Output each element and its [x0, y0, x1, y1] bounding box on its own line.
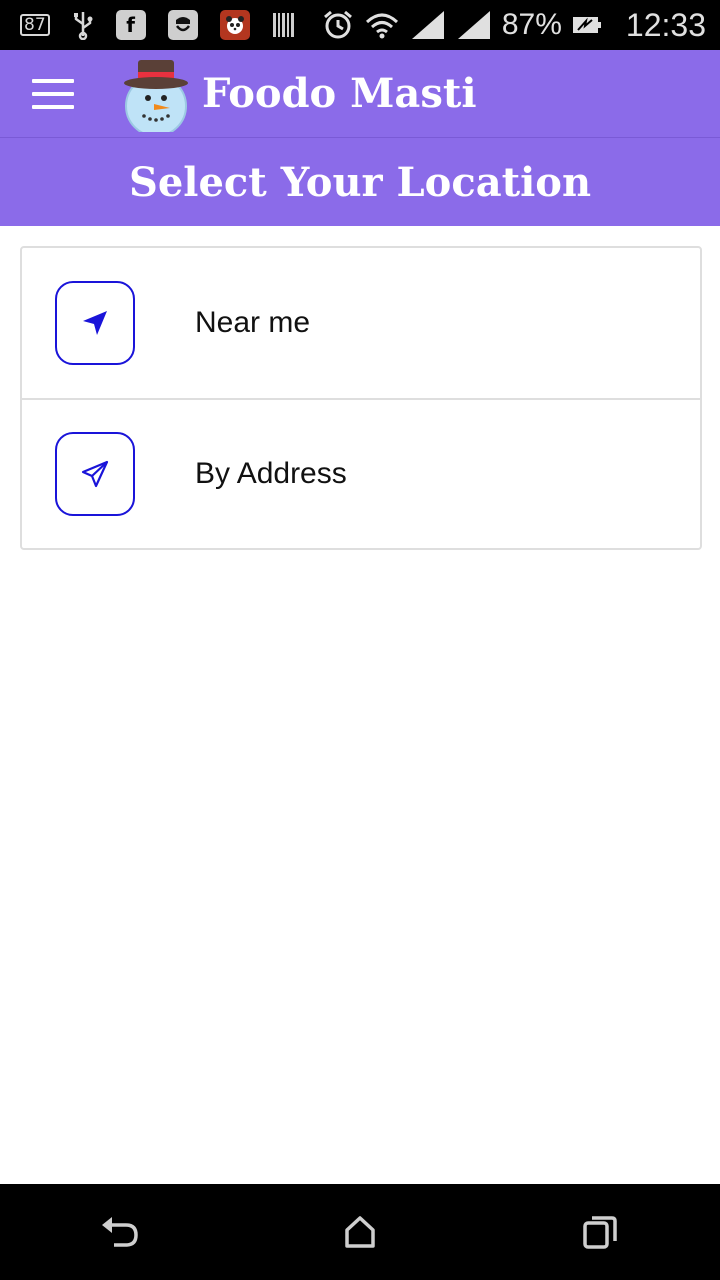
page-title: Select Your Location [128, 158, 592, 206]
phone-app-icon [167, 10, 198, 40]
back-icon [102, 1217, 138, 1247]
menu-line [32, 91, 74, 96]
usb-icon [72, 10, 94, 40]
header-band: Select Your Location [0, 138, 720, 226]
back-button[interactable] [80, 1202, 160, 1262]
menu-line [32, 104, 74, 109]
panda-app-icon [219, 10, 250, 40]
navigation-arrow-icon [55, 281, 135, 365]
home-icon [345, 1216, 375, 1248]
system-nav-bar [0, 1184, 720, 1280]
status-bar: 87 f 87% 12:33 [0, 0, 720, 50]
battery-icon [572, 14, 602, 36]
recents-button[interactable] [560, 1202, 640, 1262]
location-options-card: Near me By Address [20, 246, 702, 550]
option-label: By Address [195, 457, 347, 490]
option-label: Near me [195, 306, 311, 339]
alarm-icon [322, 9, 354, 41]
recents-icon [583, 1216, 617, 1249]
barcode-icon [272, 11, 296, 39]
send-icon [55, 432, 135, 516]
status-system: 87% 12:33 [322, 7, 720, 44]
notification-count-icon: 87 [20, 14, 50, 36]
menu-button[interactable] [32, 78, 74, 109]
clock: 12:33 [625, 6, 706, 43]
battery-percent: 87% [501, 8, 562, 41]
wifi-icon [364, 10, 400, 40]
home-button[interactable] [320, 1202, 400, 1262]
signal-icon [456, 9, 492, 41]
menu-line [32, 78, 74, 83]
snowman-logo [124, 59, 188, 132]
signal-icon [410, 9, 446, 41]
app-bar: Foodo Masti [0, 50, 720, 138]
status-notifications: 87 f [0, 10, 296, 40]
option-near-me[interactable]: Near me [22, 248, 700, 398]
option-by-address[interactable]: By Address [22, 398, 700, 548]
app-title: Foodo Masti [202, 70, 477, 117]
facebook-icon: f [115, 10, 146, 40]
